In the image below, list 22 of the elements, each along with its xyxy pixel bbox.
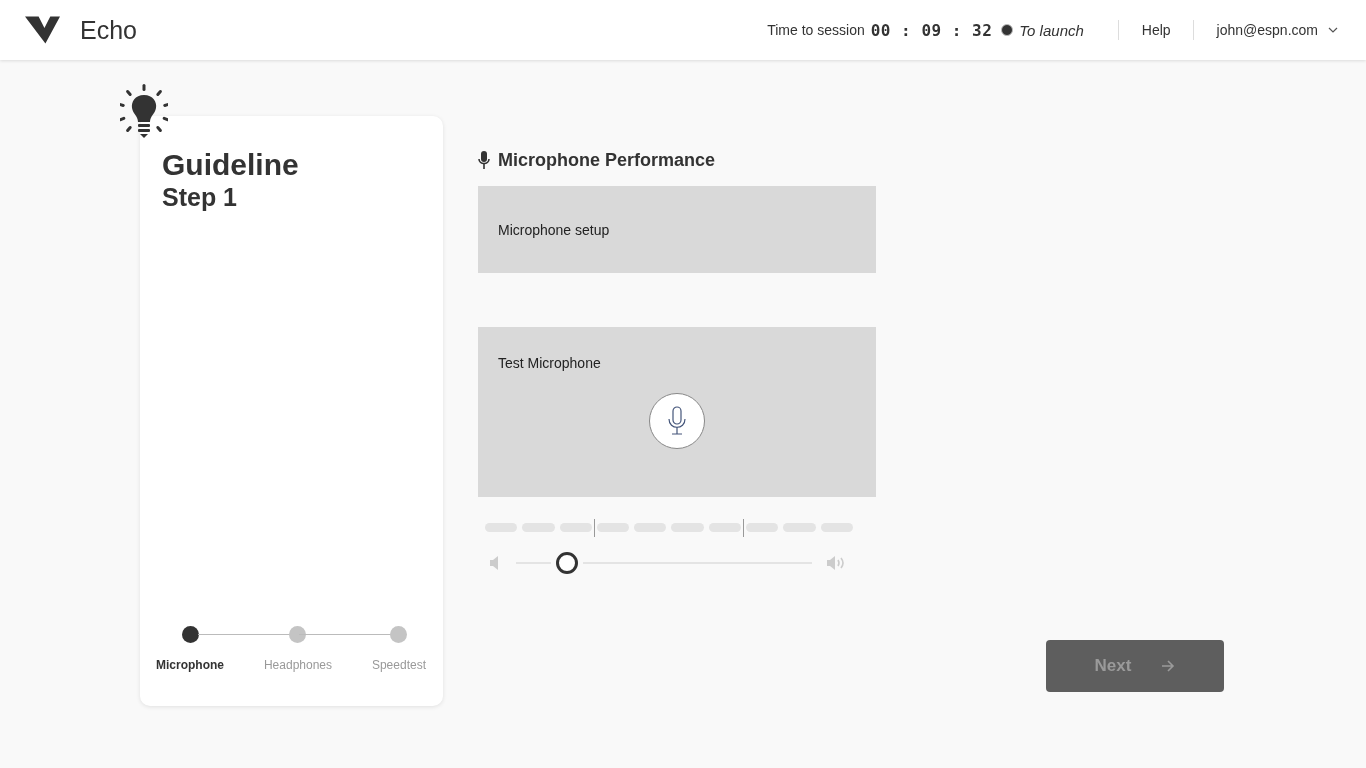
microphone-icon: [667, 406, 687, 436]
session-label: Time to session: [767, 22, 865, 38]
lightbulb-icon: [120, 84, 168, 140]
section-title: Microphone Performance: [498, 149, 716, 171]
test-label: Test Microphone: [498, 355, 602, 371]
step-label: Step 1: [162, 182, 239, 212]
speaker-icon: [490, 556, 500, 570]
app-name: Echo: [80, 15, 137, 45]
arrow-right-icon: [1161, 659, 1176, 673]
help-link[interactable]: Help: [1141, 22, 1171, 38]
guideline-title: Guideline: [162, 148, 300, 182]
user-menu[interactable]: john@espn.com: [1216, 22, 1338, 38]
record-button[interactable]: [649, 393, 705, 449]
chevron-down-icon: [1328, 27, 1338, 33]
speaker-loud-icon: [827, 555, 847, 571]
logo-icon: [25, 16, 60, 44]
microphone-icon: [478, 151, 490, 169]
session-status: To launch: [1019, 21, 1084, 39]
step-label[interactable]: Microphone: [156, 658, 224, 672]
status-dot-icon: [1001, 24, 1014, 36]
setup-label: Microphone setup: [498, 221, 610, 238]
countdown-timer: 00 : 09 : 32: [870, 20, 993, 40]
